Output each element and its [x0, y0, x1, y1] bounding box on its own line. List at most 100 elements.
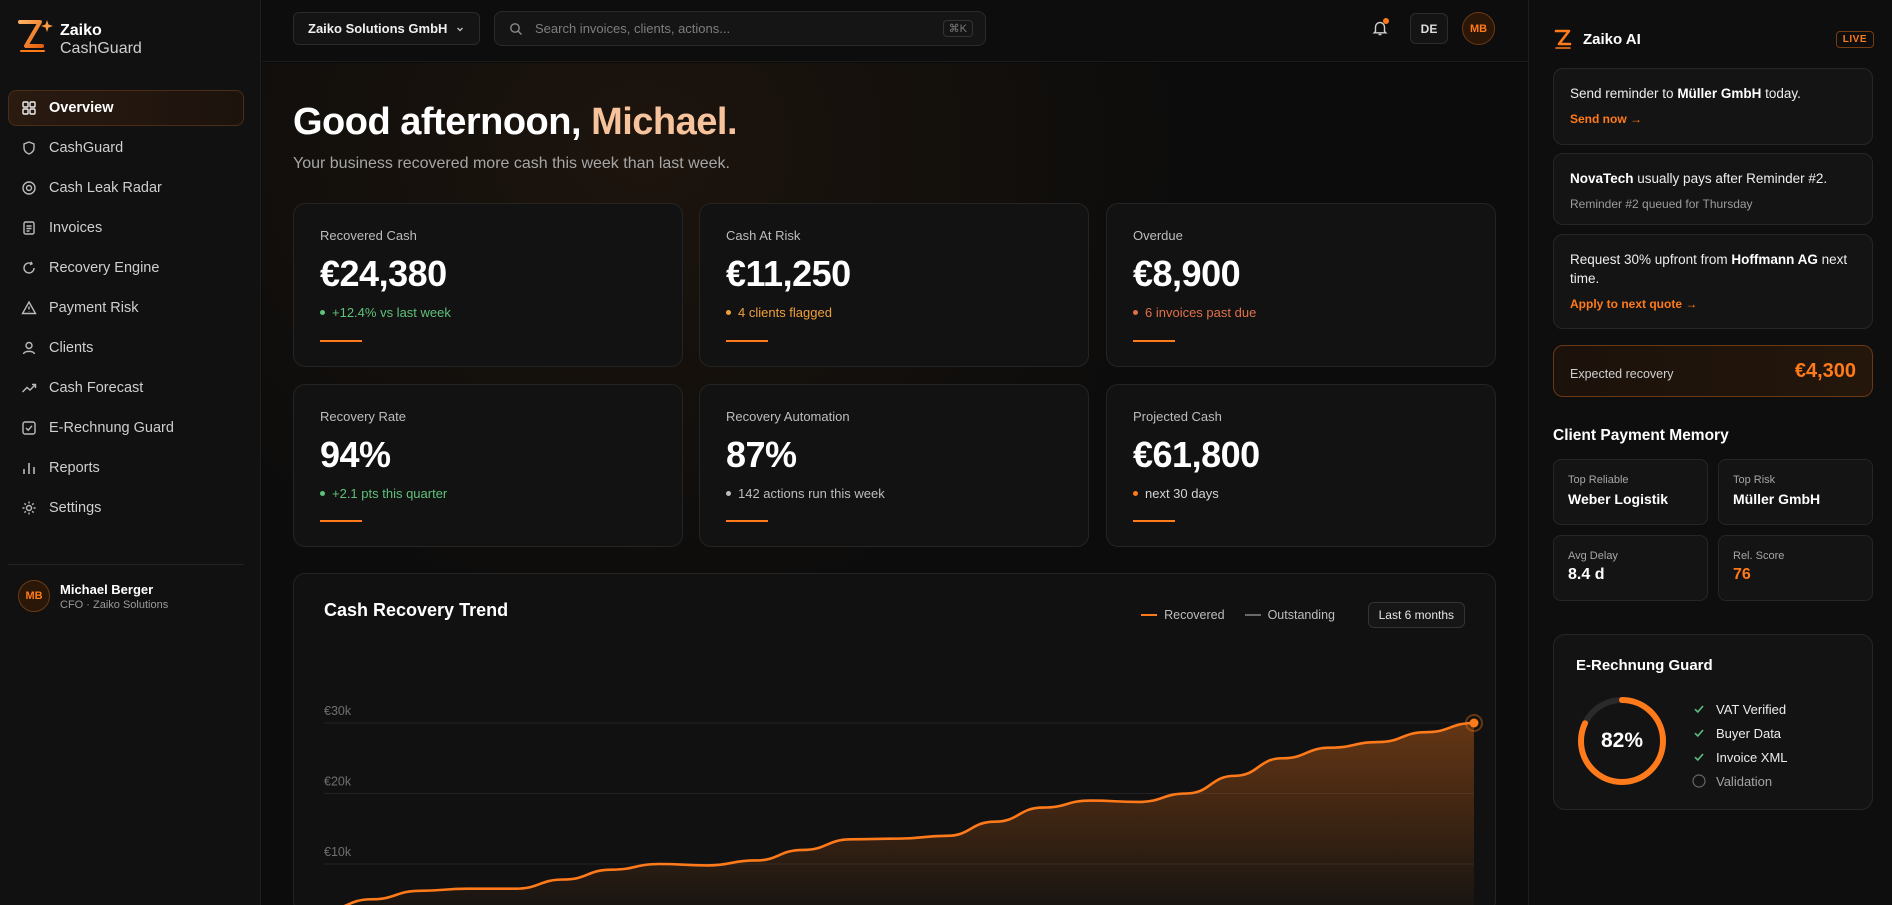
compliance-checklist: VAT Verified Buyer Data Invoice XML Vali… [1692, 697, 1788, 793]
search-shortcut: ⌘K [942, 20, 973, 37]
sidebar-item-clients[interactable]: Clients [8, 330, 244, 366]
sidebar-item-label: Recovery Engine [49, 260, 160, 276]
kpi-value: €24,380 [320, 253, 447, 294]
legend-label: Outstanding [1267, 608, 1335, 622]
company-name: Zaiko Solutions GmbH [308, 21, 448, 36]
memory-tile-top-reliable[interactable]: Top Reliable Weber Logistik [1553, 459, 1708, 525]
checklist-item-validation: Validation [1692, 769, 1788, 793]
client-payment-memory-title: Client Payment Memory [1553, 427, 1729, 444]
sidebar-item-payment-risk[interactable]: Payment Risk [8, 290, 244, 326]
kpi-label: Recovery Automation [726, 409, 850, 424]
suggestion-text: usually pays after Reminder #2. [1633, 171, 1828, 186]
kpi-note: +2.1 pts this quarter [320, 486, 656, 501]
greeting-name: Michael. [591, 101, 738, 143]
kpi-card-recovery-rate[interactable]: Recovery Rate 94% +2.1 pts this quarter [293, 384, 683, 547]
checklist-label: Buyer Data [1716, 725, 1782, 741]
language-toggle[interactable]: DE [1410, 13, 1448, 44]
search-icon [510, 22, 522, 35]
send-now-link[interactable]: Send now → [1570, 112, 1856, 126]
legend-swatch [1244, 614, 1261, 616]
legend-item-recovered[interactable]: Recovered [1141, 608, 1225, 622]
sidebar-item-invoices[interactable]: Invoices [8, 210, 244, 246]
user-profile[interactable]: MB Michael Berger CFO · Zaiko Solutions [18, 580, 168, 612]
legend-swatch [1141, 614, 1158, 616]
checklist-item-invoice-xml: Invoice XML [1692, 745, 1788, 769]
memory-tile-top-risk[interactable]: Top Risk Müller GmbH [1718, 459, 1873, 525]
sidebar-item-label: Overview [49, 100, 114, 116]
range-selector-button[interactable]: Last 6 months [1367, 602, 1465, 628]
kpi-label: Overdue [1133, 228, 1183, 243]
live-badge: LIVE [1835, 31, 1874, 48]
legend-item-outstanding[interactable]: Outstanding [1244, 608, 1335, 622]
kpi-note-text: 6 invoices past due [1145, 305, 1257, 320]
status-dot [320, 491, 325, 496]
sidebar-item-cash-forecast[interactable]: Cash Forecast [8, 370, 244, 406]
notification-dot [1383, 18, 1389, 24]
sidebar-item-label: Cash Forecast [49, 380, 144, 396]
kpi-card-recovered-cash[interactable]: Recovered Cash €24,380 +12.4% vs last we… [293, 203, 683, 367]
kpi-accent-bar [726, 340, 768, 342]
page-subtitle: Your business recovered more cash this w… [293, 155, 730, 172]
ai-suggestion-card[interactable]: Request 30% upfront from Hoffmann AG nex… [1553, 234, 1873, 329]
shield-icon [21, 140, 37, 156]
kpi-card-cash-at-risk[interactable]: Cash At Risk €11,250 4 clients flagged [699, 203, 1089, 367]
kpi-note: 4 clients flagged [726, 305, 1062, 320]
ai-suggestion-card[interactable]: NovaTech usually pays after Reminder #2.… [1553, 153, 1873, 225]
sidebar-item-reports[interactable]: Reports [8, 450, 244, 486]
warning-icon [21, 300, 37, 316]
legend-label: Recovered [1164, 608, 1225, 622]
kpi-card-projected-cash[interactable]: Projected Cash €61,800 next 30 days [1106, 384, 1496, 547]
ai-panel: Zaiko AI LIVE Send reminder to Müller Gm… [1528, 0, 1892, 905]
kpi-note-text: +2.1 pts this quarter [332, 486, 448, 501]
kpi-note-text: +12.4% vs last week [332, 305, 451, 320]
kpi-card-overdue[interactable]: Overdue €8,900 6 invoices past due [1106, 203, 1496, 367]
checklist-label: Invoice XML [1716, 749, 1788, 765]
sidebar-item-recovery-engine[interactable]: Recovery Engine [8, 250, 244, 286]
apply-to-next-quote-link[interactable]: Apply to next quote → [1570, 297, 1856, 311]
brand[interactable]: Zaiko CashGuard [16, 18, 142, 57]
kpi-value: 87% [726, 434, 797, 475]
series-area-recovered [346, 723, 1474, 905]
chart-legend: Recovered Outstanding [1121, 608, 1335, 622]
page-title: Good afternoon, Michael. [293, 101, 738, 144]
tile-label: Avg Delay [1568, 550, 1618, 562]
sidebar-item-settings[interactable]: Settings [8, 490, 244, 526]
search-input[interactable] [535, 21, 915, 36]
radar-icon [21, 180, 37, 196]
kpi-note-text: 142 actions run this week [738, 486, 885, 501]
bar-chart-icon [21, 460, 37, 476]
search-bar[interactable]: ⌘K [494, 11, 986, 46]
memory-tile-avg-delay[interactable]: Avg Delay 8.4 d [1553, 535, 1708, 601]
kpi-value: 94% [320, 434, 391, 475]
client-name: Hoffmann AG [1731, 252, 1818, 267]
tile-value: 76 [1733, 566, 1751, 583]
sidebar-item-cashguard[interactable]: CashGuard [8, 130, 244, 166]
kpi-accent-bar [320, 520, 362, 522]
sidebar-item-label: Invoices [49, 220, 103, 236]
zaiko-ai-logo-icon [1554, 29, 1572, 49]
kpi-accent-bar [1133, 520, 1175, 522]
sidebar-item-overview[interactable]: Overview [8, 90, 244, 126]
kpi-accent-bar [1133, 340, 1175, 342]
y-tick-label: €30k [324, 704, 352, 718]
check-icon [1692, 750, 1706, 764]
company-selector[interactable]: Zaiko Solutions GmbH [293, 12, 481, 45]
tile-label: Rel. Score [1733, 550, 1785, 562]
kpi-label: Cash At Risk [726, 228, 801, 243]
y-tick-label: €10k [324, 845, 352, 859]
sidebar-item-cash-leak-radar[interactable]: Cash Leak Radar [8, 170, 244, 206]
trend-up-icon [21, 380, 37, 396]
kpi-card-recovery-automation[interactable]: Recovery Automation 87% 142 actions run … [699, 384, 1089, 547]
sidebar-item-e-rechnung-guard[interactable]: E-Rechnung Guard [8, 410, 244, 446]
memory-tile-rel-score[interactable]: Rel. Score 76 [1718, 535, 1873, 601]
checklist-label: VAT Verified [1716, 701, 1787, 717]
kpi-note: 142 actions run this week [726, 486, 1062, 501]
avatar[interactable]: MB [1462, 12, 1495, 45]
ai-suggestion-card[interactable]: Send reminder to Müller GmbH today. Send… [1553, 68, 1873, 145]
check-icon [1692, 726, 1706, 740]
status-dot [726, 491, 731, 496]
kpi-value: €8,900 [1133, 253, 1241, 294]
main-content: Good afternoon, Michael. Your business r… [262, 63, 1528, 905]
ai-title: Zaiko AI [1583, 30, 1641, 48]
sidebar-item-label: Reports [49, 460, 100, 476]
